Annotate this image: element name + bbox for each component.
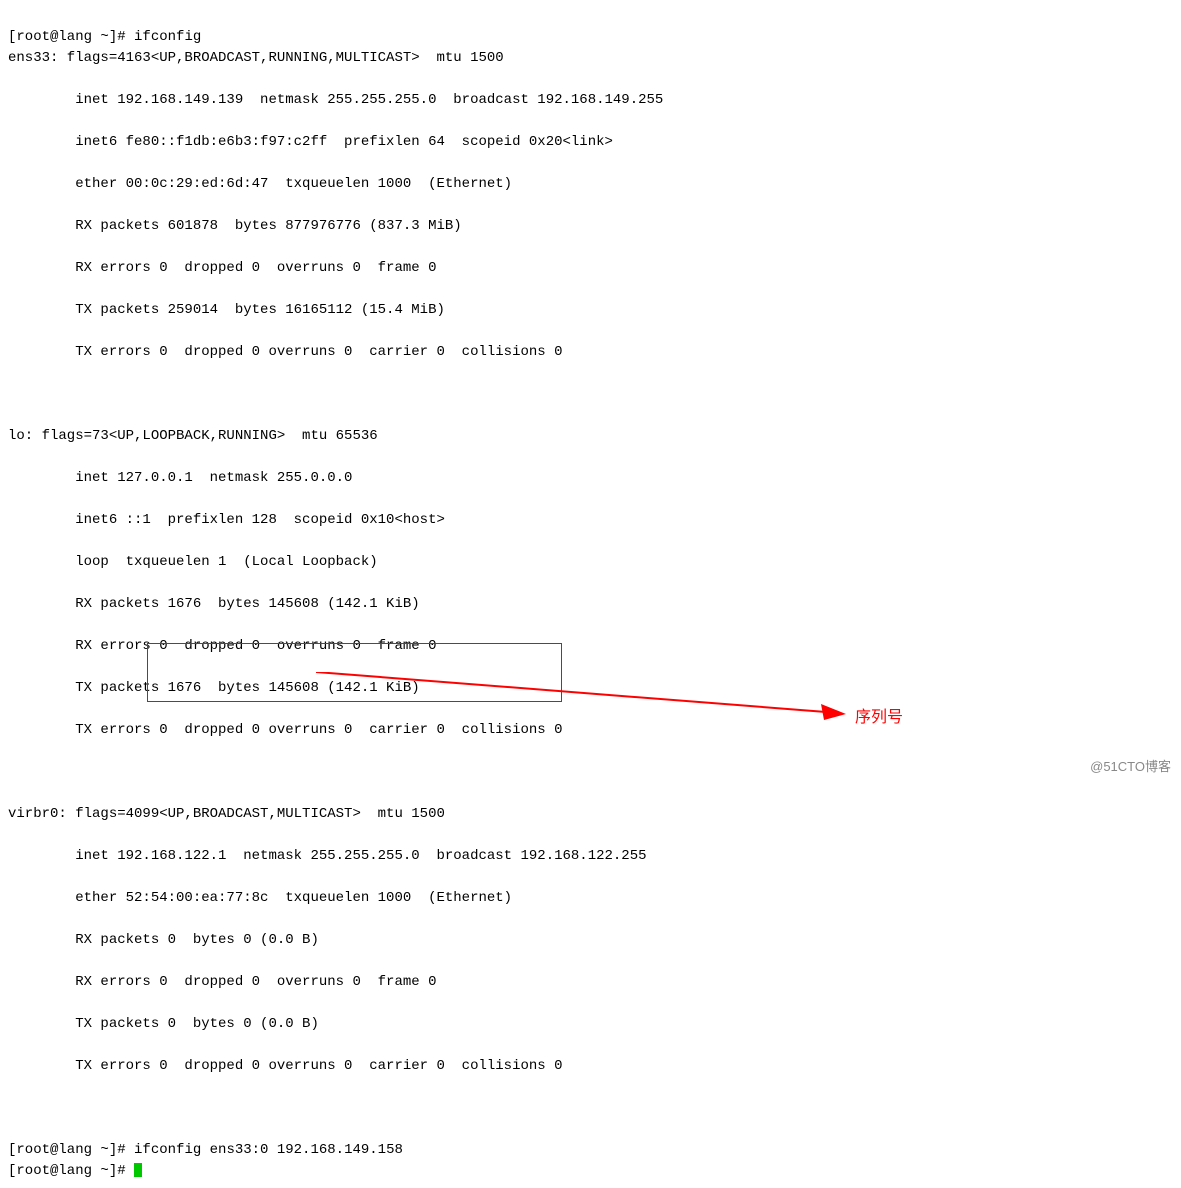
output-line: TX packets 1676 bytes 145608 (142.1 KiB) [8, 678, 1173, 699]
output-line: loop txqueuelen 1 (Local Loopback) [8, 552, 1173, 573]
output-line: TX errors 0 dropped 0 overruns 0 carrier… [8, 720, 1173, 741]
output-line: lo: flags=73<UP,LOOPBACK,RUNNING> mtu 65… [8, 426, 1173, 447]
cursor-icon [134, 1163, 142, 1177]
shell-prompt: [root@lang ~]# [8, 1163, 134, 1179]
output-line: inet 127.0.0.1 netmask 255.0.0.0 [8, 468, 1173, 489]
output-line: RX packets 601878 bytes 877976776 (837.3… [8, 216, 1173, 237]
output-line: ens33: flags=4163<UP,BROADCAST,RUNNING,M… [8, 48, 1173, 69]
command-text: ifconfig [134, 29, 201, 45]
output-line: inet6 fe80::f1db:e6b3:f97:c2ff prefixlen… [8, 132, 1173, 153]
command-text: ifconfig ens33:0 192.168.149.158 [134, 1142, 403, 1158]
watermark-text: @51CTO博客 [1090, 757, 1171, 777]
output-line: inet 192.168.122.1 netmask 255.255.255.0… [8, 846, 1173, 867]
output-line: RX errors 0 dropped 0 overruns 0 frame 0 [8, 636, 1173, 657]
output-line: ether 52:54:00:ea:77:8c txqueuelen 1000 … [8, 888, 1173, 909]
blank-line [8, 1098, 1173, 1119]
shell-prompt: [root@lang ~]# [8, 29, 134, 45]
output-line: TX errors 0 dropped 0 overruns 0 carrier… [8, 1056, 1173, 1077]
output-line: RX packets 1676 bytes 145608 (142.1 KiB) [8, 594, 1173, 615]
shell-prompt: [root@lang ~]# [8, 1142, 134, 1158]
blank-line [8, 762, 1173, 783]
output-line: TX errors 0 dropped 0 overruns 0 carrier… [8, 342, 1173, 363]
output-line: virbr0: flags=4099<UP,BROADCAST,MULTICAS… [8, 804, 1173, 825]
output-line: inet 192.168.149.139 netmask 255.255.255… [8, 90, 1173, 111]
output-line: ether 00:0c:29:ed:6d:47 txqueuelen 1000 … [8, 174, 1173, 195]
terminal-output[interactable]: [root@lang ~]# ifconfig ens33: flags=416… [0, 0, 1181, 1188]
output-line: RX packets 0 bytes 0 (0.0 B) [8, 930, 1173, 951]
annotation-label: 序列号 [855, 706, 903, 730]
output-line: RX errors 0 dropped 0 overruns 0 frame 0 [8, 258, 1173, 279]
output-line: TX packets 259014 bytes 16165112 (15.4 M… [8, 300, 1173, 321]
output-line: TX packets 0 bytes 0 (0.0 B) [8, 1014, 1173, 1035]
output-line: RX errors 0 dropped 0 overruns 0 frame 0 [8, 972, 1173, 993]
blank-line [8, 384, 1173, 405]
output-line: inet6 ::1 prefixlen 128 scopeid 0x10<hos… [8, 510, 1173, 531]
